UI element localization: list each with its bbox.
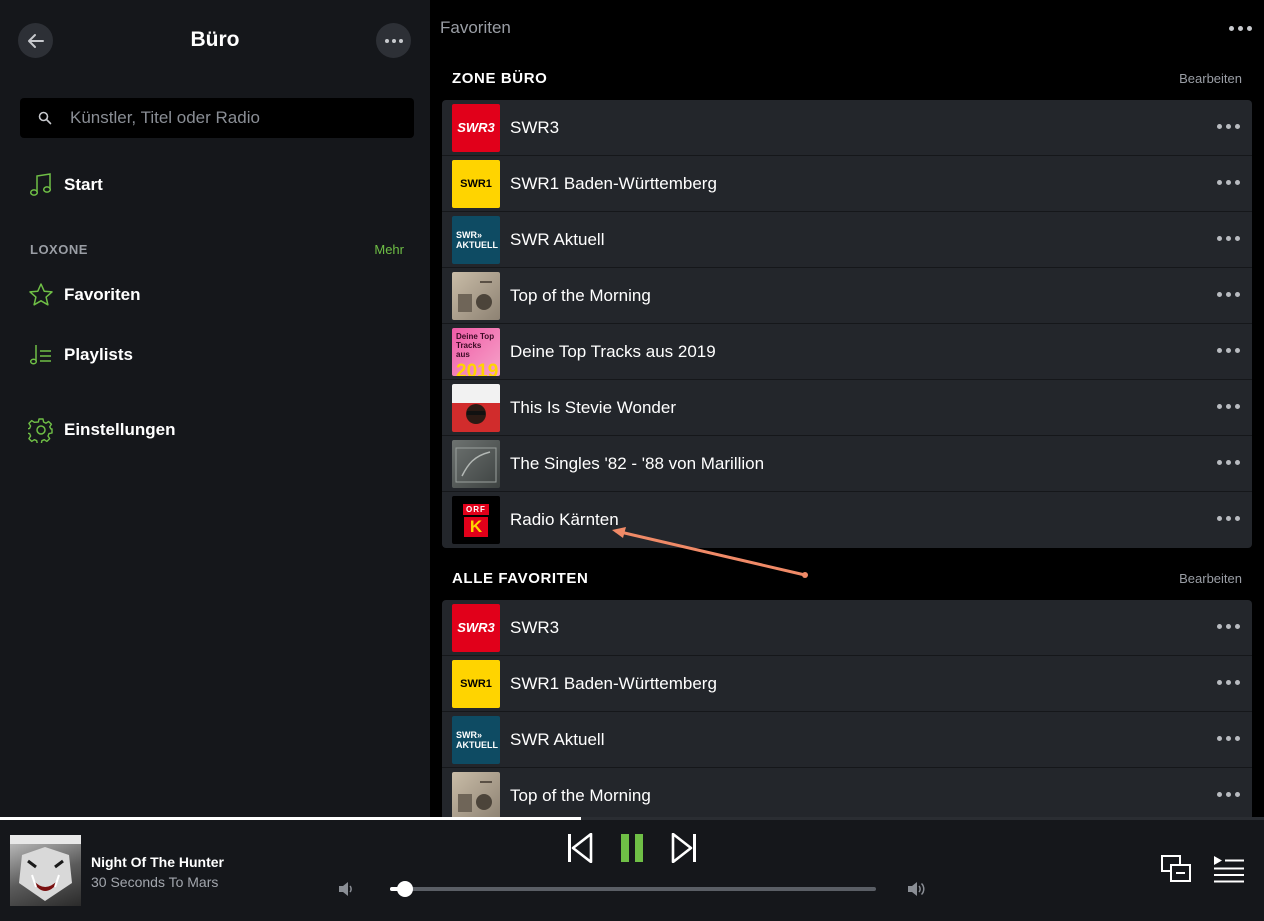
station-logo: SWR» AKTUELL [452,215,500,264]
loxone-section-label: LOXONE [30,242,88,257]
item-title: SWR1 Baden-Württemberg [510,173,717,193]
item-more-button[interactable] [1217,292,1240,297]
item-more-button[interactable] [1217,236,1240,241]
search-input[interactable] [70,108,390,128]
skip-previous-icon [568,833,593,863]
station-logo: SWR3 [452,603,500,652]
track-title: Night Of The Hunter [91,854,224,870]
zone-group-icon[interactable] [1160,854,1192,889]
all-edit-button[interactable]: Bearbeiten [1179,571,1242,586]
search-icon [38,111,52,125]
list-item[interactable]: SWR1 SWR1 Baden-Württemberg [442,656,1252,712]
volume-high-icon[interactable] [906,880,928,903]
station-logo: SWR3 [452,103,500,152]
zone-more-button[interactable] [376,23,411,58]
zone-edit-button[interactable]: Bearbeiten [1179,71,1242,86]
item-title: The Singles '82 - '88 von Marillion [510,453,765,473]
next-button[interactable] [670,832,698,864]
volume-low-icon[interactable] [337,880,355,903]
list-item[interactable]: Top of the Morning [442,768,1252,817]
pause-icon [621,834,643,862]
list-item[interactable]: SWR3 SWR3 [442,600,1252,656]
item-title: SWR Aktuell [510,729,605,749]
item-more-button[interactable] [1217,624,1240,629]
item-more-button[interactable] [1217,792,1240,797]
list-item[interactable]: SWR1 SWR1 Baden-Württemberg [442,156,1252,212]
all-section-header: ALLE FAVORITEN Bearbeiten [452,570,1242,587]
all-section-heading: ALLE FAVORITEN [452,570,589,587]
more-link[interactable]: Mehr [374,242,404,257]
app-window: Büro Start LOXONE Mehr Favoriten [0,0,1264,921]
item-more-button[interactable] [1217,180,1240,185]
zone-title: Büro [190,28,240,51]
item-title: Radio Kärnten [510,510,619,529]
list-item[interactable]: This Is Stevie Wonder [442,380,1252,436]
star-icon [28,282,54,308]
album-cover [452,271,500,320]
skip-next-icon [671,833,696,863]
sidebar: Büro Start LOXONE Mehr Favoriten [0,0,430,817]
sidebar-item-start[interactable]: Start [28,172,103,198]
favorites-panel: Favoriten ZONE BÜRO Bearbeiten SWR3 SWR3… [430,0,1264,817]
item-more-button[interactable] [1217,736,1240,741]
playlist-cover [452,383,500,432]
zone-favorites-list: SWR3 SWR3 SWR1 SWR1 Baden-Württemberg SW… [442,100,1252,548]
station-logo: ORF K [452,496,500,544]
playlist-cover: Deine Top Tracks aus 2019 [452,327,500,376]
sidebar-item-settings[interactable]: Einstellungen [28,417,175,443]
item-title: SWR3 [510,617,560,637]
station-logo: SWR1 [452,659,500,708]
album-cover [452,439,500,488]
previous-button[interactable] [566,832,594,864]
item-title: This Is Stevie Wonder [510,397,676,417]
volume-slider[interactable] [390,881,876,897]
sidebar-item-label: Start [64,175,103,194]
search-bar[interactable] [20,98,414,138]
station-logo: SWR1 [452,159,500,208]
list-item[interactable]: ORF K Radio Kärnten [442,492,1252,548]
now-playing-cover [10,835,81,906]
more-dots-icon [384,38,403,43]
pause-button[interactable] [618,832,646,864]
sidebar-item-favorites[interactable]: Favoriten [28,282,141,308]
queue-icon[interactable] [1212,854,1246,889]
playlist-icon [28,342,54,368]
item-title: Deine Top Tracks aus 2019 [510,341,716,361]
gear-icon [28,417,54,443]
item-title: SWR3 [510,117,560,137]
item-more-button[interactable] [1217,680,1240,685]
page-more-button[interactable] [1227,18,1254,39]
track-artist: 30 Seconds To Mars [91,874,219,890]
item-more-button[interactable] [1217,460,1240,465]
album-cover [452,772,500,817]
zone-section-header: ZONE BÜRO Bearbeiten [452,70,1242,87]
list-item[interactable]: Deine Top Tracks aus 2019 Deine Top Trac… [442,324,1252,380]
page-title: Favoriten [440,18,511,37]
volume-knob[interactable] [396,881,413,897]
item-title: SWR1 Baden-Württemberg [510,673,717,693]
item-title: SWR Aktuell [510,229,605,249]
list-item[interactable]: SWR» AKTUELL SWR Aktuell [442,712,1252,768]
sidebar-item-playlists[interactable]: Playlists [28,342,133,368]
list-item[interactable]: SWR» AKTUELL SWR Aktuell [442,212,1252,268]
zone-section-heading: ZONE BÜRO [452,70,548,87]
item-more-button[interactable] [1217,124,1240,129]
station-logo: SWR» AKTUELL [452,715,500,764]
item-more-button[interactable] [1217,348,1240,353]
item-more-button[interactable] [1217,404,1240,409]
list-item[interactable]: SWR3 SWR3 [442,100,1252,156]
list-item[interactable]: The Singles '82 - '88 von Marillion [442,436,1252,492]
music-note-icon [28,172,54,198]
sidebar-item-label: Playlists [64,345,133,364]
sidebar-item-label: Einstellungen [64,420,176,439]
item-title: Top of the Morning [510,786,651,805]
all-favorites-list: SWR3 SWR3 SWR1 SWR1 Baden-Württemberg SW… [442,600,1252,817]
item-more-button[interactable] [1217,516,1240,521]
sidebar-item-label: Favoriten [64,285,141,304]
item-title: Top of the Morning [510,285,651,305]
list-item[interactable]: Top of the Morning [442,268,1252,324]
player-bar: Night Of The Hunter 30 Seconds To Mars [0,820,1264,921]
